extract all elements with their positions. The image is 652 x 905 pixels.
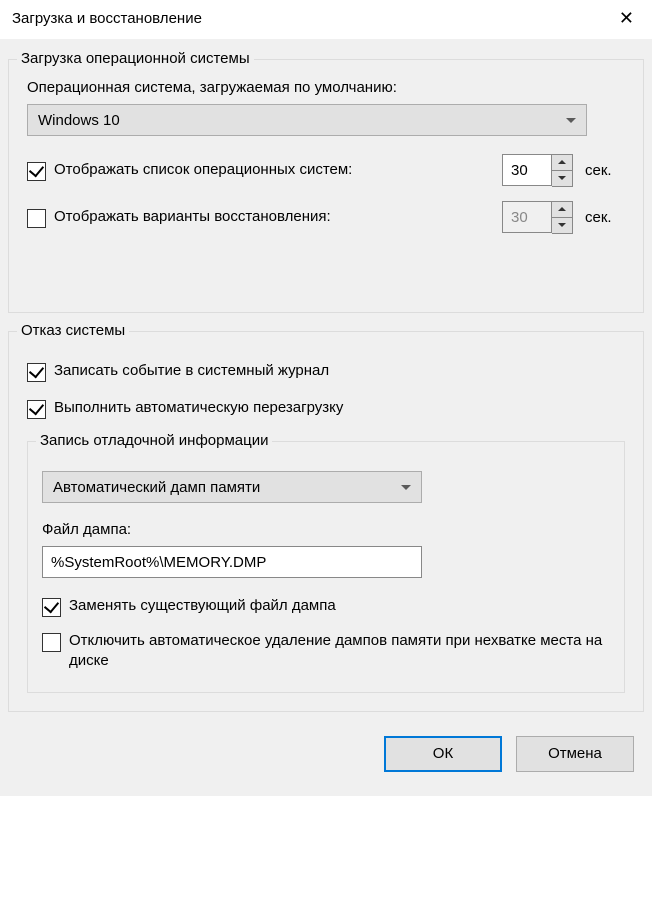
dialog-buttons: ОК Отмена <box>8 722 644 780</box>
default-os-label: Операционная система, загружаемая по умо… <box>27 79 625 96</box>
default-os-value: Windows 10 <box>38 112 120 129</box>
auto-restart-label: Выполнить автоматическую перезагрузку <box>54 398 343 418</box>
show-recovery-checkbox[interactable] <box>27 209 46 228</box>
cancel-button[interactable]: Отмена <box>516 736 634 772</box>
default-os-select[interactable]: Windows 10 <box>27 104 587 136</box>
show-os-list-label: Отображать список операционных систем: <box>54 160 352 180</box>
show-os-seconds-spinner[interactable]: 30 <box>502 154 573 187</box>
dump-file-value: %SystemRoot%\MEMORY.DMP <box>51 554 266 571</box>
dialog-content: Загрузка операционной системы Операционн… <box>0 39 652 796</box>
dump-type-select[interactable]: Автоматический дамп памяти <box>42 471 422 503</box>
debug-group-title: Запись отладочной информации <box>36 432 272 449</box>
disable-auto-delete-label: Отключить автоматическое удаление дампов… <box>69 631 610 672</box>
ok-button[interactable]: ОК <box>384 736 502 772</box>
show-recovery-label: Отображать варианты восстановления: <box>54 207 331 227</box>
auto-restart-checkbox[interactable] <box>27 400 46 419</box>
startup-group: Загрузка операционной системы Операционн… <box>8 59 644 313</box>
overwrite-label: Заменять существующий файл дампа <box>69 596 336 616</box>
chevron-down-icon <box>401 485 411 490</box>
spinner-down-icon[interactable] <box>552 171 572 187</box>
failure-group-title: Отказ системы <box>17 322 129 339</box>
spinner-up-icon[interactable] <box>552 155 572 171</box>
show-os-list-checkbox[interactable] <box>27 162 46 181</box>
dump-file-label: Файл дампа: <box>42 521 610 538</box>
disable-auto-delete-checkbox[interactable] <box>42 633 61 652</box>
close-icon[interactable]: ✕ <box>615 8 638 29</box>
dump-type-value: Автоматический дамп памяти <box>53 479 260 496</box>
log-event-label: Записать событие в системный журнал <box>54 361 329 381</box>
chevron-down-icon <box>566 118 576 123</box>
window-title: Загрузка и восстановление <box>12 10 202 27</box>
show-os-seconds-value[interactable]: 30 <box>502 154 552 186</box>
spinner-up-icon <box>552 202 572 218</box>
failure-group: Отказ системы Записать событие в системн… <box>8 331 644 712</box>
seconds-suffix: сек. <box>585 209 625 226</box>
spinner-down-icon <box>552 218 572 234</box>
show-recovery-seconds-value: 30 <box>502 201 552 233</box>
startup-group-title: Загрузка операционной системы <box>17 50 254 67</box>
debug-info-group: Запись отладочной информации Автоматичес… <box>27 441 625 693</box>
seconds-suffix: сек. <box>585 162 625 179</box>
log-event-checkbox[interactable] <box>27 363 46 382</box>
titlebar: Загрузка и восстановление ✕ <box>0 0 652 39</box>
show-recovery-seconds-spinner: 30 <box>502 201 573 234</box>
dump-file-input[interactable]: %SystemRoot%\MEMORY.DMP <box>42 546 422 578</box>
overwrite-checkbox[interactable] <box>42 598 61 617</box>
